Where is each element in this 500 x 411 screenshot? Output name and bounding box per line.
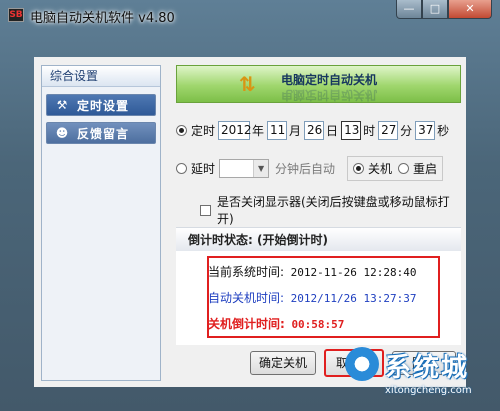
confirm-shutdown-button[interactable]: 确定关机 [250,351,316,375]
shutdown-label: 关机 [368,162,393,176]
month-field[interactable]: 11 [267,121,288,140]
sidebar-item-feedback[interactable]: ☻ 反馈留言 [46,122,156,144]
hour-unit: 时 [363,124,376,138]
banner-title: 电脑定时自动关机 [281,73,378,87]
swap-arrows-icon: ⇅ [239,72,256,96]
caption-buttons: — □ ✕ [396,0,492,20]
year-field[interactable]: 2012 [218,121,252,140]
maximize-button[interactable]: □ [422,0,448,19]
status-header: 倒计时状态: (开始倒计时) [176,227,461,251]
sidebar-item-label: 定时设置 [77,98,130,113]
sidebar: 综合设置 ⚒ 定时设置 ☻ 反馈留言 [41,65,161,381]
brand-logo-icon [345,347,379,381]
banner-title-reflection: 电脑定时自动关机 [281,88,378,102]
delay-row: 延时 ▼ 分钟后自动 关机 重启 [176,156,444,181]
monitor-row: 是否关闭显示器(关闭后按键盘或移动鼠标打开) [200,193,466,227]
delay-mode-radio[interactable] [176,163,187,174]
minimize-button[interactable]: — [396,0,422,19]
restart-radio[interactable] [398,163,410,174]
minute-unit: 分 [400,124,413,138]
monitor-off-label: 是否关闭显示器(关闭后按键盘或移动鼠标打开) [216,195,450,226]
second-unit: 秒 [437,124,450,138]
timer-row: 定时 2012 年 11 月 26 日 13 时 27 分 37 秒 [176,121,452,140]
app-icon: SB [8,8,24,22]
second-field[interactable]: 37 [415,121,436,140]
hour-field[interactable]: 13 [341,121,362,140]
app-window: SB 电脑自动关机软件 v4.80 — □ ✕ 综合设置 ⚒ 定时设置 ☻ 反馈… [0,0,500,411]
restart-label: 重启 [413,162,438,176]
shutdown-radio[interactable] [353,163,365,174]
monitor-off-checkbox[interactable] [200,204,211,216]
timer-mode-radio[interactable] [176,125,187,136]
client-area: 综合设置 ⚒ 定时设置 ☻ 反馈留言 ⇅ 电脑定时自动关机 电脑定时自动关机 定… [34,57,466,387]
sidebar-item-label: 反馈留言 [77,126,130,141]
watermark: 系统城 xitongcheng.com [345,345,500,411]
highlight-box [207,256,440,338]
tools-icon: ⚒ [56,98,68,112]
chevron-down-icon[interactable]: ▼ [253,160,269,177]
sidebar-item-timer-settings[interactable]: ⚒ 定时设置 [46,94,156,116]
month-unit: 月 [289,124,302,138]
watermark-brand: 系统城 [385,353,470,383]
banner: ⇅ 电脑定时自动关机 电脑定时自动关机 [176,65,461,103]
close-button[interactable]: ✕ [448,0,492,19]
delay-minutes-select[interactable]: ▼ [219,159,270,178]
day-unit: 日 [326,124,339,138]
timer-mode-label: 定时 [191,124,216,138]
action-group: 关机 重启 [347,156,444,181]
year-unit: 年 [252,124,265,138]
delay-suffix: 分钟后自动 [275,162,336,176]
user-icon: ☻ [55,126,69,140]
title-bar[interactable]: SB 电脑自动关机软件 v4.80 — □ ✕ [0,0,500,30]
window-title: 电脑自动关机软件 v4.80 [30,11,175,26]
sidebar-header: 综合设置 [42,66,160,87]
minute-field[interactable]: 27 [378,121,399,140]
delay-mode-label: 延时 [191,162,216,176]
day-field[interactable]: 26 [304,121,325,140]
watermark-domain: xitongcheng.com [385,385,472,396]
